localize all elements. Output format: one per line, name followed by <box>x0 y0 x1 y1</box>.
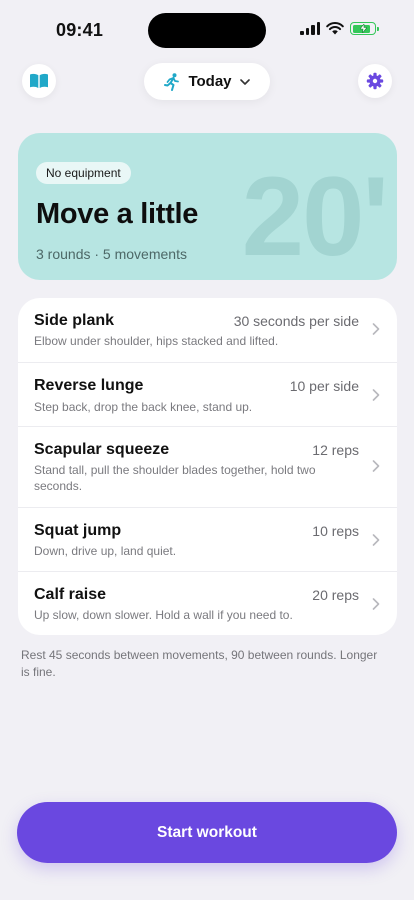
exercise-description: Elbow under shoulder, hips stacked and l… <box>34 334 279 348</box>
exercise-row-calf-raise[interactable]: Calf raise 20 reps Up slow, down slower.… <box>18 571 397 635</box>
book-open-icon <box>30 73 48 88</box>
workout-title: Move a little <box>36 198 199 230</box>
gear-icon <box>366 72 384 90</box>
exercise-amount: 30 seconds per side <box>233 313 359 329</box>
day-selector-label: Today <box>188 73 232 90</box>
charging-bolt-icon <box>359 24 367 33</box>
exercise-description: Step back, drop the back knee, stand up. <box>34 400 253 414</box>
hero-duration: 20' <box>241 154 389 279</box>
workout-subtitle: 3 rounds · 5 movements <box>36 246 187 262</box>
exercise-amount: 10 reps <box>312 523 359 539</box>
exercise-row-scapular-squeeze[interactable]: Scapular squeeze 12 reps Stand tall, pul… <box>18 426 397 507</box>
chevron-right-icon <box>372 534 380 546</box>
workout-hero-card: 20' No equipment Move a little 3 rounds … <box>18 133 397 280</box>
chevron-right-icon <box>372 598 380 610</box>
exercise-row-reverse-lunge[interactable]: Reverse lunge 10 per side Step back, dro… <box>18 362 397 426</box>
exercise-name: Scapular squeeze <box>34 441 170 458</box>
exercise-name: Side plank <box>34 312 115 329</box>
status-icons <box>300 22 379 35</box>
chevron-down-icon <box>239 78 250 85</box>
chevron-right-icon <box>372 460 380 472</box>
exercise-amount: 10 per side <box>289 378 359 394</box>
start-workout-button[interactable]: Start workout <box>17 802 397 863</box>
exercise-description: Down, drive up, land quiet. <box>34 544 177 558</box>
chevron-right-icon <box>372 323 380 335</box>
running-person-icon <box>164 72 180 91</box>
equipment-badge: No equipment <box>36 162 131 184</box>
exercise-name: Reverse lunge <box>34 377 144 394</box>
exercise-row-squat-jump[interactable]: Squat jump 10 reps Down, drive up, land … <box>18 507 397 571</box>
chevron-right-icon <box>372 389 380 401</box>
library-button[interactable] <box>22 64 56 98</box>
exercise-amount: 20 reps <box>312 587 359 603</box>
exercise-list: Side plank 30 seconds per side Elbow und… <box>18 298 397 635</box>
settings-button[interactable] <box>358 64 392 98</box>
exercise-row-side-plank[interactable]: Side plank 30 seconds per side Elbow und… <box>18 298 397 362</box>
status-time: 09:41 <box>56 20 104 40</box>
exercise-name: Squat jump <box>34 522 122 539</box>
cellular-signal-icon <box>300 22 320 35</box>
day-selector[interactable]: Today <box>144 63 270 100</box>
exercise-amount: 12 reps <box>312 442 359 458</box>
battery-icon <box>350 22 379 35</box>
exercise-name: Calf raise <box>34 586 107 603</box>
exercise-description: Stand tall, pull the shoulder blades tog… <box>34 463 316 493</box>
exercise-description: Up slow, down slower. Hold a wall if you… <box>34 608 293 622</box>
rest-note: Rest 45 seconds between movements, 90 be… <box>21 648 378 679</box>
dynamic-island <box>148 13 266 48</box>
wifi-icon <box>326 22 344 35</box>
status-bar: 09:41 <box>0 0 414 60</box>
